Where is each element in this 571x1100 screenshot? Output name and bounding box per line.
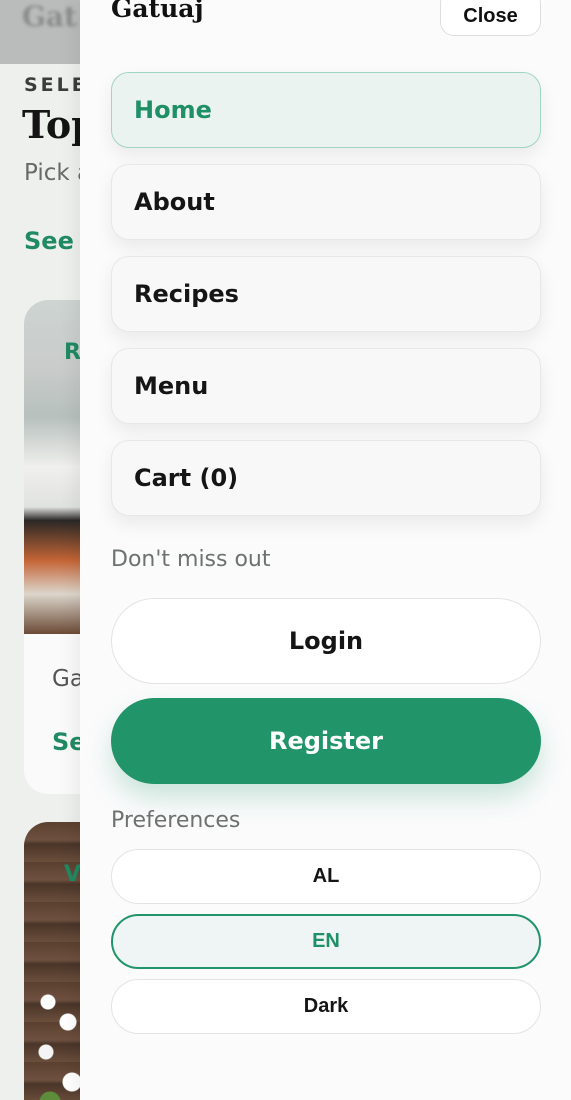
background-logo: Gat <box>22 0 77 33</box>
nav-item-home[interactable]: Home <box>111 72 541 148</box>
close-button[interactable]: Close <box>440 0 541 36</box>
promo-section-label: Don't miss out <box>111 547 271 572</box>
language-option-al[interactable]: AL <box>111 849 541 904</box>
drawer-brand-logo[interactable]: Gatuaj <box>111 0 204 23</box>
nav-item-cart[interactable]: Cart (0) <box>111 440 541 516</box>
nav-item-menu[interactable]: Menu <box>111 348 541 424</box>
navigation-drawer: Gatuaj Close Home About Recipes Menu Car… <box>80 0 571 1100</box>
theme-toggle-dark[interactable]: Dark <box>111 979 541 1034</box>
nav-item-recipes[interactable]: Recipes <box>111 256 541 332</box>
register-button[interactable]: Register <box>111 698 541 784</box>
language-option-en[interactable]: EN <box>111 914 541 969</box>
recipe-card-tag: R <box>64 340 81 365</box>
nav-item-about[interactable]: About <box>111 164 541 240</box>
recipe-card-2-image <box>28 972 88 1100</box>
login-button[interactable]: Login <box>111 598 541 684</box>
recipe-card-2-tag: V <box>64 862 82 887</box>
preferences-section-label: Preferences <box>111 808 241 833</box>
